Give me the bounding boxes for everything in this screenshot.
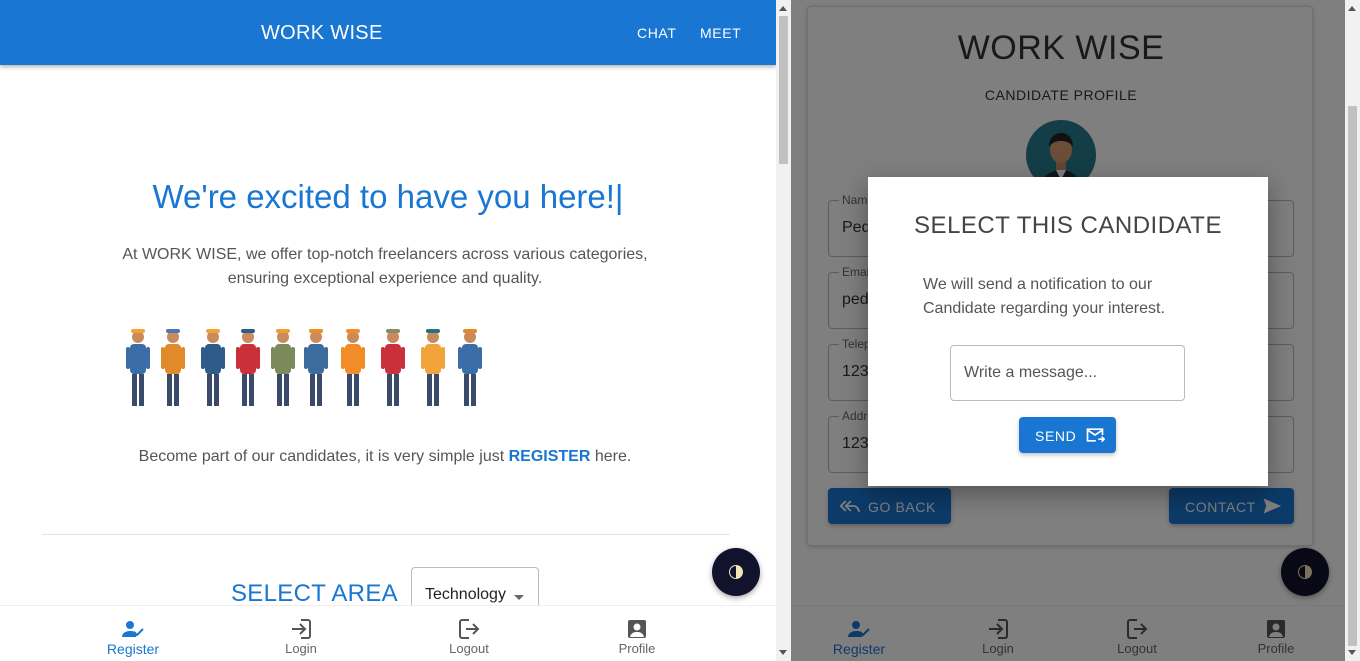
scroll-up-arrow-icon[interactable]: [779, 6, 787, 11]
top-app-bar: WORK WISE CHAT MEET: [0, 0, 776, 65]
right-scrollbar[interactable]: [1345, 0, 1360, 661]
hero-title: We're excited to have you here!|: [152, 178, 624, 215]
bottom-nav-login[interactable]: Login: [261, 606, 341, 661]
mail-send-icon: [1086, 428, 1105, 443]
register-prompt-text: Become part of our candidates, it is ver…: [138, 448, 509, 465]
account-box-icon: [628, 620, 646, 638]
workers-illustration: [126, 329, 482, 406]
bottom-nav-profile-label: Profile: [618, 641, 656, 656]
half-moon-icon: [729, 565, 743, 579]
dialog-title: SELECT THIS CANDIDATE: [914, 212, 1222, 239]
send-label: SEND: [1035, 428, 1077, 444]
hero-description: At WORK WISE, we offer top-notch freelan…: [122, 246, 648, 287]
worker-figure: [381, 329, 405, 406]
scroll-down-arrow-icon[interactable]: [1348, 650, 1356, 655]
person-check-icon: [122, 621, 144, 637]
register-prompt: Become part of our candidates, it is ver…: [0, 448, 770, 466]
login-icon: [292, 619, 311, 639]
bottom-nav-register[interactable]: Register: [93, 606, 173, 661]
nav-meet-link[interactable]: MEET: [700, 25, 741, 41]
scroll-up-arrow-icon[interactable]: [1348, 6, 1356, 11]
worker-figure: [304, 329, 328, 406]
scroll-down-arrow-icon[interactable]: [779, 650, 787, 655]
select-area-label: SELECT AREA: [231, 580, 398, 607]
worker-figure: [161, 329, 185, 406]
dialog-description: We will send a notification to our Candi…: [923, 276, 1165, 317]
left-scrollbar[interactable]: [776, 0, 791, 661]
bottom-nav-profile[interactable]: Profile: [597, 606, 677, 661]
worker-figure: [458, 329, 482, 406]
worker-figure: [421, 329, 445, 406]
logout-icon: [459, 619, 480, 639]
bottom-nav-login-label: Login: [285, 641, 317, 656]
message-input[interactable]: [950, 345, 1185, 401]
area-select-value: Technology: [425, 586, 506, 603]
bottom-nav-logout-label: Logout: [449, 641, 489, 656]
app-brand[interactable]: WORK WISE: [261, 22, 383, 45]
register-link[interactable]: REGISTER: [509, 448, 591, 465]
worker-figure: [236, 329, 260, 406]
bottom-nav-register-label: Register: [106, 641, 160, 657]
worker-figure: [341, 329, 365, 406]
left-pane: WORK WISE CHAT MEET We're excited to hav…: [0, 0, 776, 661]
send-button[interactable]: SEND: [1019, 417, 1116, 453]
left-scrollbar-thumb[interactable]: [779, 16, 788, 164]
right-scrollbar-thumb[interactable]: [1348, 106, 1357, 646]
section-divider: [42, 534, 730, 535]
worker-figure: [271, 329, 295, 406]
bottom-navigation: Register Login Logout Profile: [0, 605, 776, 661]
register-prompt-suffix: here.: [590, 448, 632, 465]
right-pane: WORK WISE CANDIDATE PROFILE Name Ped Ema…: [791, 0, 1345, 661]
bottom-nav-logout[interactable]: Logout: [429, 606, 509, 661]
worker-figure: [201, 329, 225, 406]
select-candidate-dialog: SELECT THIS CANDIDATE We will send a not…: [868, 177, 1268, 486]
dropdown-arrow-icon: [514, 595, 524, 600]
nav-chat-link[interactable]: CHAT: [637, 25, 676, 41]
theme-toggle-button[interactable]: [712, 548, 760, 596]
worker-figure: [126, 329, 150, 406]
